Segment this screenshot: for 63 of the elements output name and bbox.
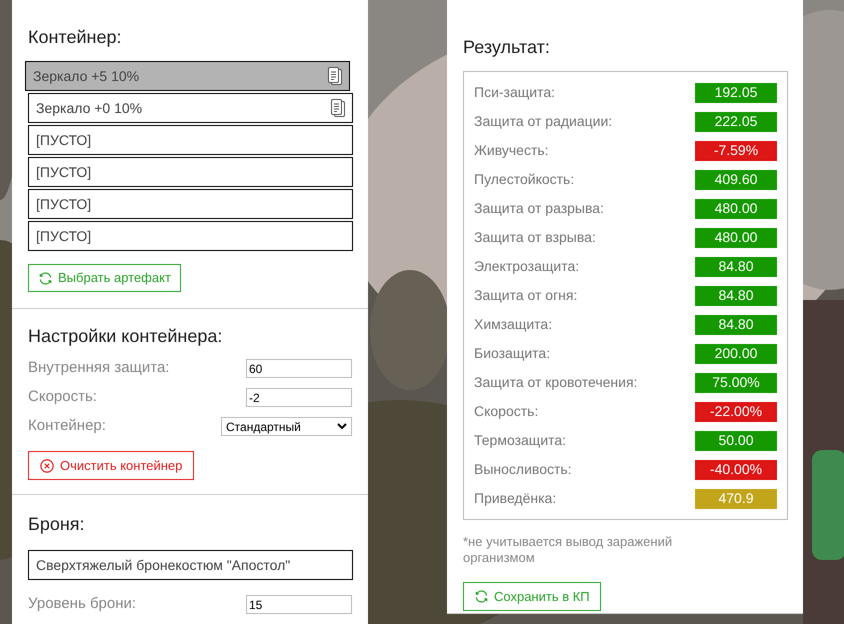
clear-icon bbox=[40, 458, 54, 472]
stat-value: 84.80 bbox=[695, 314, 777, 334]
container-slot[interactable]: [ПУСТО] bbox=[28, 125, 353, 155]
input-field[interactable]: -2 bbox=[246, 388, 352, 407]
container-slot[interactable]: [ПУСТО] bbox=[28, 221, 353, 251]
stat-label: Химзащита: bbox=[474, 315, 552, 334]
stat-value: 84.80 bbox=[695, 286, 777, 306]
stat-label: Защита от кровотечения: bbox=[474, 373, 638, 392]
slot-text: Зеркало +0 10% bbox=[36, 98, 142, 118]
container-slot[interactable]: [ПУСТО] bbox=[28, 189, 353, 219]
slot-text: [ПУСТО] bbox=[36, 130, 92, 150]
stat-label: Защита от огня: bbox=[474, 286, 578, 305]
footnote: *не учитывается вывод заражений организмом bbox=[463, 534, 674, 566]
container-slot[interactable]: Зеркало +5 10% bbox=[25, 61, 350, 91]
slot-text: [ПУСТО] bbox=[36, 162, 92, 182]
stat-label: Живучесть: bbox=[474, 141, 549, 160]
document-icon[interactable] bbox=[328, 67, 342, 85]
stat-label: Биозащита: bbox=[474, 344, 550, 363]
clear-container-button[interactable]: Очистить контейнер bbox=[28, 451, 194, 480]
stat-label: Электрозащита: bbox=[474, 257, 580, 276]
stat-value: 192.05 bbox=[695, 82, 777, 102]
stat-label: Выносливость: bbox=[474, 460, 572, 479]
refresh-icon bbox=[38, 270, 53, 286]
slot-text: Зеркало +5 10% bbox=[33, 66, 140, 86]
stat-value: -7.59% bbox=[695, 140, 777, 160]
stat-value: 222.05 bbox=[695, 112, 777, 132]
field-label: Внутренняя защита: bbox=[28, 358, 170, 378]
stat-value: -40.00% bbox=[695, 460, 777, 480]
input-field[interactable]: 60 bbox=[246, 359, 352, 378]
stat-value: 480.00 bbox=[695, 228, 777, 248]
field-label: Уровень брони: bbox=[28, 594, 136, 614]
field-label: Контейнер: bbox=[28, 416, 106, 436]
container-slot[interactable]: Зеркало +0 10% bbox=[28, 93, 353, 123]
stat-label: Защита от взрыва: bbox=[474, 228, 596, 247]
stat-label: Защита от радиации: bbox=[474, 112, 612, 131]
stat-label: Защита от разрыва: bbox=[474, 199, 604, 218]
stat-label: Приведёнка: bbox=[474, 489, 556, 508]
armor-field[interactable]: Сверхтяжелый бронекостюм "Апостол" bbox=[28, 550, 353, 580]
section-title: Контейнер: bbox=[28, 26, 123, 49]
stat-label: Скорость: bbox=[474, 402, 538, 421]
slot-text: [ПУСТО] bbox=[36, 226, 92, 246]
container-select[interactable]: Стандартный bbox=[221, 417, 352, 436]
chevron-icon bbox=[337, 423, 347, 430]
input-field[interactable]: 15 bbox=[246, 595, 352, 614]
stat-value: 470.9 bbox=[695, 488, 777, 508]
stat-value: 75.00% bbox=[695, 372, 777, 392]
stat-value: 200.00 bbox=[695, 344, 777, 364]
stat-value: 50.00 bbox=[695, 430, 777, 450]
refresh-icon bbox=[474, 589, 489, 604]
field-label: Скорость: bbox=[28, 387, 97, 408]
section-title: Настройки контейнера: bbox=[28, 325, 224, 348]
section-title: Броня: bbox=[28, 513, 86, 536]
stat-label: Пулестойкость: bbox=[474, 170, 574, 189]
container-slot[interactable]: [ПУСТО] bbox=[28, 157, 353, 187]
stat-label: Пси-защита: bbox=[474, 83, 556, 102]
document-icon[interactable] bbox=[331, 99, 345, 117]
stat-value: 84.80 bbox=[695, 256, 777, 276]
stat-value: 480.00 bbox=[695, 198, 777, 218]
stat-value: 409.60 bbox=[695, 170, 777, 190]
stat-label: Термозащита: bbox=[474, 431, 566, 450]
slot-text: [ПУСТО] bbox=[36, 194, 92, 214]
section-title: Результат: bbox=[463, 36, 551, 59]
stat-value: -22.00% bbox=[695, 402, 777, 422]
